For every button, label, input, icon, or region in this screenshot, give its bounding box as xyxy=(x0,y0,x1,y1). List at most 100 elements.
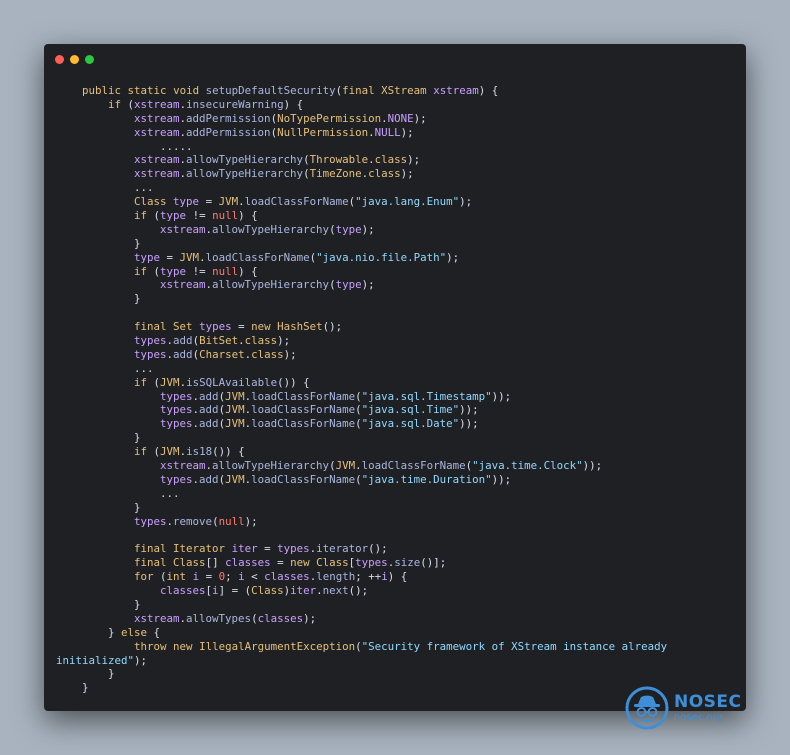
code-line: final Iterator iter = types.iterator(); xyxy=(56,542,667,556)
code-token: allowTypes xyxy=(186,611,252,625)
code-token: type xyxy=(160,209,187,223)
code-token: types xyxy=(355,556,388,570)
code-token: next xyxy=(322,584,349,598)
code-token: "java.lang.Enum" xyxy=(355,195,460,209)
minimize-button[interactable] xyxy=(70,55,79,64)
code-token: iterator xyxy=(316,542,369,556)
code-token: for xyxy=(134,570,154,584)
code-token: xstream xyxy=(134,153,180,167)
code-line: if (xstream.insecureWarning) { xyxy=(56,98,667,112)
code-line: types.add(BitSet.class); xyxy=(56,334,667,348)
code-token: ()) { xyxy=(212,445,245,459)
code-token: new xyxy=(173,639,193,653)
code-token: final xyxy=(134,556,167,570)
code-token: ); xyxy=(134,653,148,667)
code-token: ) { xyxy=(238,209,258,223)
code-token: < xyxy=(244,570,265,584)
code-line: ... xyxy=(56,487,667,501)
code-token: = xyxy=(160,250,180,264)
code-token: iter xyxy=(231,542,258,556)
spy-hat-icon xyxy=(625,686,669,730)
code-token: public xyxy=(82,84,122,97)
code-token: } xyxy=(56,431,141,445)
code-token: JVM xyxy=(160,445,180,459)
code-token: loadClassForName xyxy=(251,417,356,431)
code-token: ); xyxy=(361,278,375,292)
code-token: allowTypeHierarchy xyxy=(186,167,304,181)
code-line: ... xyxy=(56,362,667,376)
code-token: types xyxy=(134,334,167,348)
code-token: "Security framework of XStream instance … xyxy=(361,639,668,653)
code-line: if (type != null) { xyxy=(56,209,667,223)
code-token: is18 xyxy=(186,445,213,459)
code-token: ) { xyxy=(478,84,499,97)
code-line: xstream.allowTypeHierarchy(Throwable.cla… xyxy=(56,153,667,167)
code-token: ... xyxy=(56,361,154,375)
code-token: [] xyxy=(205,556,226,570)
code-token: xstream xyxy=(160,278,206,292)
code-token: remove xyxy=(173,514,213,528)
code-token: ); xyxy=(446,250,460,264)
code-token: != xyxy=(186,264,213,278)
code-token: ()) { xyxy=(277,375,310,389)
code-token: types xyxy=(277,542,310,556)
code-line: types.add(JVM.loadClassForName("java.sql… xyxy=(56,390,667,404)
code-token: allowTypeHierarchy xyxy=(212,222,330,236)
code-token: loadClassForName xyxy=(205,250,310,264)
code-token: xstream xyxy=(134,611,180,625)
code-line: type = JVM.loadClassForName("java.nio.fi… xyxy=(56,251,667,265)
code-token: initialized" xyxy=(56,653,135,667)
code-token: JVM xyxy=(179,250,200,264)
code-token: null xyxy=(212,264,239,278)
code-token: new xyxy=(290,556,310,570)
code-line: Class type = JVM.loadClassForName("java.… xyxy=(56,195,667,209)
code-line: classes[i] = (Class)iter.next(); xyxy=(56,584,667,598)
code-token: XStream xyxy=(381,84,427,97)
code-token: JVM xyxy=(225,417,245,431)
code-token: int xyxy=(166,570,187,584)
code-token: "java.time.Clock" xyxy=(472,459,583,473)
code-token: add xyxy=(199,403,219,417)
code-token: JVM xyxy=(335,459,356,473)
code-token: JVM xyxy=(225,403,245,417)
zoom-button[interactable] xyxy=(85,55,94,64)
code-token: ); xyxy=(277,334,291,348)
code-token: static xyxy=(127,84,167,97)
code-token: allowTypeHierarchy xyxy=(186,153,304,167)
code-token: final xyxy=(134,542,167,556)
code-token: ); xyxy=(407,153,421,167)
code-token: types xyxy=(134,347,167,361)
code-token: )); xyxy=(491,389,512,403)
code-line: ..... xyxy=(56,140,667,154)
code-token: add xyxy=(173,347,193,361)
close-button[interactable] xyxy=(55,55,64,64)
code-token: throw xyxy=(134,639,167,653)
code-token: NullPermission xyxy=(277,125,369,139)
code-token: ... xyxy=(56,486,180,500)
code-token: Class xyxy=(251,584,284,598)
code-token: TimeZone xyxy=(309,167,362,181)
code-token: Class xyxy=(134,195,167,209)
code-line: } xyxy=(56,681,667,695)
code-token: } xyxy=(56,625,122,639)
code-token: "java.time.Duration" xyxy=(361,472,492,486)
code-line: xstream.addPermission(NullPermission.NUL… xyxy=(56,126,667,140)
code-line: } xyxy=(56,667,667,681)
code-token: = xyxy=(257,542,278,556)
code-token: Class xyxy=(316,556,349,570)
code-token: classes xyxy=(264,570,310,584)
code-token: )); xyxy=(459,403,479,417)
